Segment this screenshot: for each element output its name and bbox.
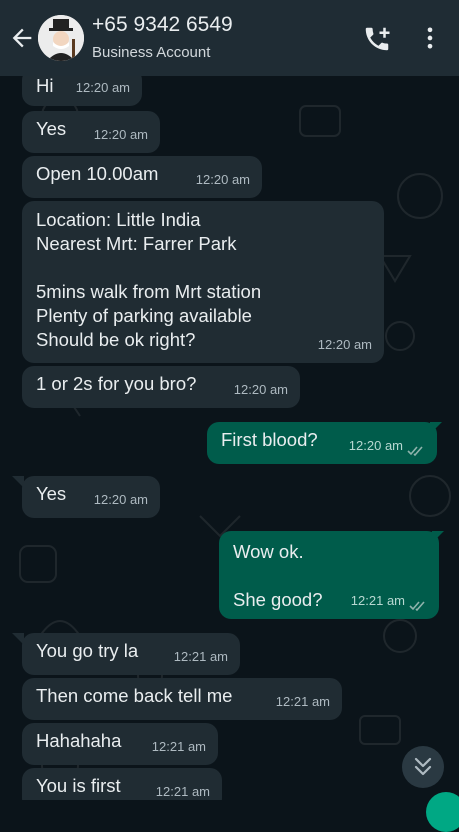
message-bubble-outgoing[interactable]: First blood? 12:20 am	[207, 422, 437, 464]
message-bubble-incoming[interactable]: Then come back tell me 12:21 am	[22, 678, 342, 720]
message-bubble-incoming[interactable]: Open 10.00am 12:20 am	[22, 156, 262, 198]
message-bubble-incoming[interactable]: Yes 12:20 am	[22, 476, 160, 518]
message-time: 12:20 am	[317, 337, 372, 352]
message-text: Location: Little India Nearest Mrt: Farr…	[36, 209, 262, 350]
message-time: 12:20 am	[75, 80, 130, 95]
message-bubble-outgoing[interactable]: Wow ok. She good? 12:21 am	[219, 531, 439, 619]
message-time: 12:21 am	[151, 739, 206, 754]
message-time: 12:21 am	[275, 694, 330, 709]
message-time: 12:21 am	[350, 593, 405, 608]
message-time: 12:21 am	[155, 784, 210, 799]
floating-action-button[interactable]	[426, 792, 459, 832]
message-time: 12:20 am	[348, 438, 403, 453]
scroll-to-bottom-button[interactable]	[402, 746, 444, 788]
arrow-left-icon[interactable]	[8, 24, 36, 52]
message-bubble-incoming[interactable]: You go try la 12:21 am	[22, 633, 240, 675]
message-time: 12:20 am	[195, 172, 250, 187]
message-bubble-incoming[interactable]: 1 or 2s for you bro? 12:20 am	[22, 366, 300, 408]
contact-name[interactable]: +65 9342 6549	[92, 13, 233, 37]
chat-header: +65 9342 6549 Business Account	[0, 0, 459, 76]
read-ticks-icon	[409, 601, 425, 612]
message-bubble-incoming[interactable]: Hahahaha 12:21 am	[22, 723, 218, 765]
message-bubble-incoming[interactable]: Location: Little India Nearest Mrt: Farr…	[22, 201, 384, 363]
read-ticks-icon	[407, 446, 423, 457]
account-type-label: Business Account	[92, 44, 211, 61]
more-vertical-icon[interactable]	[416, 24, 444, 52]
message-bubble-incoming[interactable]: Hi 12:20 am	[22, 76, 142, 106]
message-list[interactable]: Hi 12:20 am Yes 12:20 am Open 10.00am 12…	[0, 76, 459, 800]
message-time: 12:20 am	[93, 127, 148, 142]
avatar[interactable]	[38, 15, 84, 61]
message-time: 12:21 am	[173, 649, 228, 664]
message-time: 12:20 am	[233, 382, 288, 397]
add-call-icon[interactable]	[362, 24, 392, 54]
message-bubble-incoming[interactable]: Yes 12:20 am	[22, 111, 160, 153]
message-time: 12:20 am	[93, 492, 148, 507]
message-bubble-incoming[interactable]: You is first 12:21 am	[22, 768, 222, 800]
double-chevron-down-icon	[414, 757, 432, 776]
